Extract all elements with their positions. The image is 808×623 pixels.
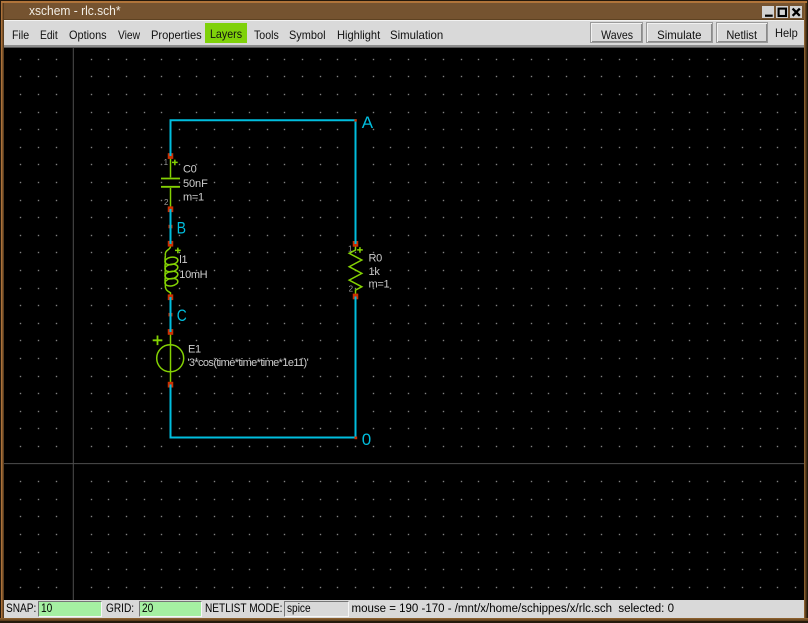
svg-text:1: 1 bbox=[164, 158, 169, 167]
svg-text:l1: l1 bbox=[179, 254, 187, 266]
svg-text:1k: 1k bbox=[369, 266, 381, 278]
svg-text:m=1: m=1 bbox=[369, 279, 390, 291]
svg-text:50nF: 50nF bbox=[183, 178, 208, 190]
svg-text:C: C bbox=[177, 306, 187, 325]
svg-text:C0: C0 bbox=[183, 164, 197, 176]
svg-text:2: 2 bbox=[349, 284, 354, 293]
svg-text:1: 1 bbox=[348, 245, 353, 254]
svg-text:0: 0 bbox=[362, 430, 371, 449]
svg-text:2: 2 bbox=[164, 198, 169, 207]
svg-text:E1: E1 bbox=[188, 343, 201, 355]
svg-text:10mH: 10mH bbox=[179, 269, 207, 281]
svg-text:A: A bbox=[362, 113, 374, 132]
svg-text:B: B bbox=[177, 218, 186, 237]
svg-text:'3*cos(time*time*time*1e11)': '3*cos(time*time*time*1e11)' bbox=[187, 357, 308, 369]
svg-text:m=1: m=1 bbox=[183, 191, 204, 203]
svg-text:R0: R0 bbox=[369, 252, 383, 264]
